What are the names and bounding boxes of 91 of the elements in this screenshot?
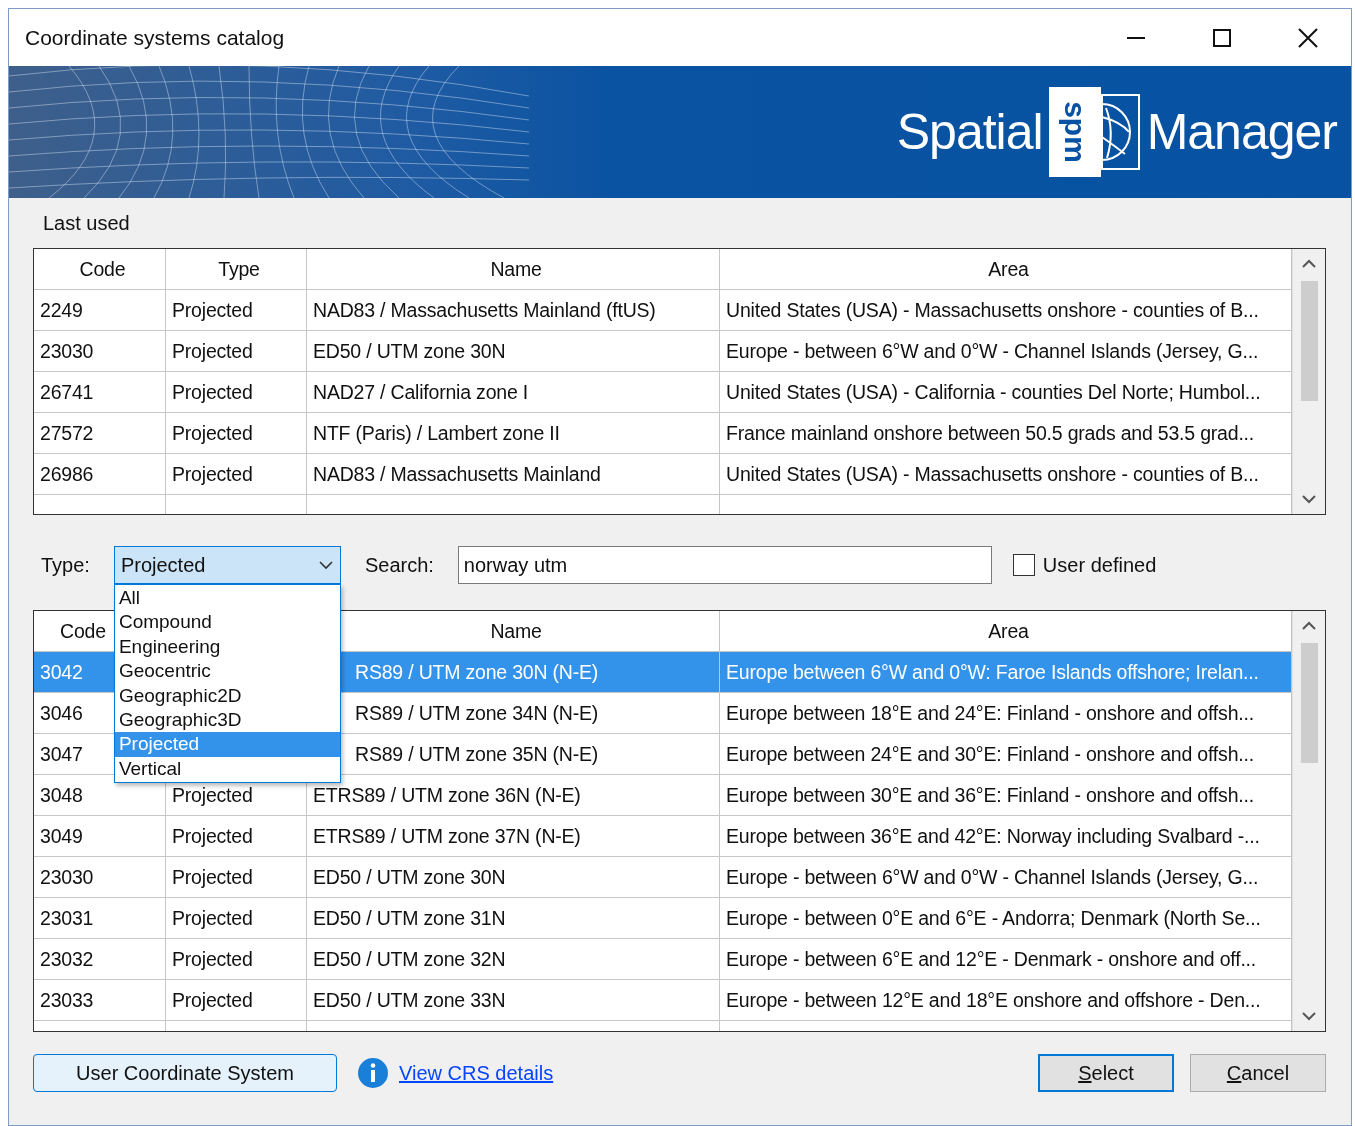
table-cell: Projected [172,865,253,889]
table-cell: Projected [166,331,307,372]
user-defined-checkbox[interactable]: User defined [1012,553,1157,577]
table-cell: ED50 / UTM zone 30N [307,331,720,372]
table-cell: Europe between 24°E and 30°E: Finland - onshore and offsh... [726,742,1254,766]
table-cell[interactable]: 3048 [40,783,83,807]
table-cell: Europe between 6°W and 0°W: Faroe Islands offshore; Irelan... [726,660,1259,684]
table-cell: 27572 [34,413,166,454]
dropdown-option[interactable]: Engineering [114,634,340,660]
table-cell: RS89 / UTM zone 30N (N-E) [355,660,599,684]
table-cell: 2249 [34,290,166,331]
scrollbar-thumb[interactable] [1300,643,1318,763]
table-cell: United States (USA) - Massachusetts onshore - counties of B... [720,290,1292,331]
table-cell: Projected [166,454,307,495]
globe-icon [1100,92,1141,172]
user-coordinate-system-button[interactable]: User Coordinate System [33,1054,337,1092]
table-cell: Projected [166,413,307,454]
close-icon [1298,27,1318,48]
table-cell: ED50 / UTM zone 33N [313,988,506,1012]
table-cell: Europe - between 6°W and 0°W - Channel Islands (Jersey, G... [720,331,1292,372]
type-dropdown[interactable]: Projected [113,546,341,584]
table-cell[interactable]: 3046 [40,701,83,725]
table-cell[interactable]: 23030 [40,865,94,889]
scroll-down-icon[interactable] [1301,494,1317,504]
view-details-link[interactable]: View CRS details [399,1061,554,1085]
window-title: Coordinate systems catalog [25,25,286,50]
table-cell: Europe - between 6°W and 0°W - Channel Islands (Jersey, G... [726,865,1259,889]
table-cell[interactable]: 23032 [40,947,94,971]
dropdown-option[interactable]: Geocentric [114,659,340,684]
table-cell: Projected [172,783,253,807]
chevron-down-icon [317,560,334,570]
table-cell: Europe - between 12°E and 18°E onshore and offshore - Den... [726,988,1261,1012]
table-cell: Projected [172,906,253,930]
table-cell: France mainland onshore between 50.5 grads and 53.5 grad... [720,413,1292,454]
table-cell: NAD27 / California zone I [307,372,720,413]
table-cell: ETRS89 / UTM zone 37N (N-E) [313,824,581,848]
table-cell: ED50 / UTM zone 31N [313,906,506,930]
minimize-icon [1127,36,1145,39]
logo-mark: spm [1048,87,1101,177]
table-cell: Projected [172,988,253,1012]
field-label: Search: [364,553,434,577]
select-button[interactable]: Select [1038,1054,1174,1092]
dropdown-option[interactable]: Geographic2D [114,683,340,708]
dropdown-option[interactable]: Compound [114,610,340,635]
dropdown-option[interactable]: Geographic3D [114,707,340,733]
table-cell: ETRS89 / UTM zone 36N (N-E) [313,783,581,807]
table-cell: 26741 [34,372,166,413]
scrollbar[interactable] [1292,611,1325,1031]
table-cell: Projected [172,824,253,848]
table-cell: Projected [166,290,307,331]
table-cell: United States (USA) - California - counties Del Norte; Humbol... [720,372,1292,413]
scrollbar[interactable] [1292,249,1325,514]
scroll-up-icon[interactable] [1301,259,1317,269]
column-header[interactable]: Type [166,249,307,290]
table-cell: Europe between 18°E and 24°E: Finland - onshore and offsh... [726,701,1254,725]
table-cell: NAD83 / Massachusetts Mainland [307,454,720,495]
table-cell: Europe - between 6°E and 12°E - Denmark - onshore and off... [726,947,1257,971]
table-cell: ED50 / UTM zone 32N [313,947,506,971]
table-cell: NTF (Paris) / Lambert zone II [307,413,720,454]
table-cell[interactable]: 3047 [40,742,83,766]
column-header[interactable]: Area [720,249,1292,290]
dropdown-option[interactable]: Vertical [114,756,340,782]
table-cell[interactable]: 3049 [40,824,83,848]
logo-text: Spatial [896,103,1043,161]
table-cell: 23030 [34,331,166,372]
table-cell: ED50 / UTM zone 30N [313,865,506,889]
table-cell: RS89 / UTM zone 35N (N-E) [355,742,599,766]
scroll-up-icon[interactable] [1301,621,1317,631]
section-label: Last used [43,212,131,236]
table-cell: United States (USA) - Massachusetts onshore - counties of B... [720,454,1292,495]
info-icon [357,1057,389,1089]
search-field[interactable]: norway utm [457,546,992,584]
table-cell: Europe between 36°E and 42°E: Norway including Svalbard -... [726,824,1260,848]
column-header[interactable]: Code [34,249,166,290]
table-cell: NAD83 / Massachusetts Mainland (ftUS) [307,290,720,331]
table-cell: Projected [172,947,253,971]
maximize-icon [1213,28,1231,47]
column-header[interactable]: Name [307,249,720,290]
dropdown-option[interactable]: All [114,586,340,611]
field-label: Type: [41,553,90,577]
table-cell: Europe between 30°E and 36°E: Finland - onshore and offsh... [726,783,1254,807]
scroll-down-icon[interactable] [1301,1011,1317,1021]
table-cell[interactable]: 23033 [40,988,94,1012]
table-cell: Projected [166,372,307,413]
table-cell[interactable]: 23031 [40,906,94,930]
table-cell: RS89 / UTM zone 34N (N-E) [355,701,599,725]
table-cell: 26986 [34,454,166,495]
cancel-button[interactable]: Cancel [1190,1054,1326,1092]
table-cell: Europe - between 0°E and 6°E - Andorra; Denmark (North Se... [726,906,1261,930]
logo-text: Manager [1146,103,1337,161]
scrollbar-thumb[interactable] [1300,281,1318,401]
